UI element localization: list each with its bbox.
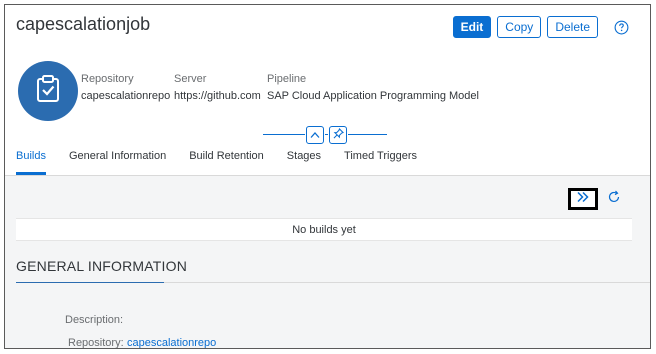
pipeline-label: Pipeline xyxy=(267,73,307,85)
server-value: https://github.com xyxy=(174,90,261,102)
header-collapse-bar xyxy=(263,125,387,145)
header-actions: Edit Copy Delete xyxy=(452,16,630,38)
pipeline-value: SAP Cloud Application Programming Model xyxy=(267,90,479,102)
tab-bar: Builds General Information Build Retenti… xyxy=(5,145,650,175)
pin-header-button[interactable] xyxy=(329,126,347,144)
content-area: No builds yet GENERAL INFORMATION Descri… xyxy=(5,176,650,349)
pin-icon xyxy=(333,126,344,144)
server-label: Server xyxy=(174,73,207,85)
section-title-underline xyxy=(16,282,164,283)
job-avatar xyxy=(18,61,78,121)
double-chevron-right-icon xyxy=(576,190,590,208)
repository-link[interactable]: capescalationrepo xyxy=(127,337,216,348)
repository-field-label: Repository: xyxy=(68,337,124,349)
repository-attribute: Repository capescalationrepo xyxy=(81,73,170,102)
collapse-line-right xyxy=(348,134,387,135)
section-divider xyxy=(164,282,650,283)
tab-builds[interactable]: Builds xyxy=(16,145,46,175)
delete-button[interactable]: Delete xyxy=(547,16,598,38)
edit-button[interactable]: Edit xyxy=(452,16,492,38)
repository-value: capescalationrepo xyxy=(81,90,171,102)
tab-timed-triggers[interactable]: Timed Triggers xyxy=(344,145,417,175)
server-attribute: Server https://github.com xyxy=(174,73,261,102)
tab-build-retention[interactable]: Build Retention xyxy=(189,145,264,175)
collapse-line-mid xyxy=(325,134,328,135)
refresh-button[interactable] xyxy=(605,190,623,208)
collapse-line-left xyxy=(263,134,305,135)
repository-label: Repository xyxy=(81,73,134,85)
chevron-up-icon xyxy=(310,126,320,144)
job-detail-page: capescalationjob Edit Copy Delete Reposi… xyxy=(4,4,651,349)
tab-general-information[interactable]: General Information xyxy=(69,145,166,175)
clipboard-check-icon xyxy=(35,74,61,108)
pipeline-attribute: Pipeline SAP Cloud Application Programmi… xyxy=(267,73,479,102)
no-builds-text: No builds yet xyxy=(292,223,356,236)
copy-button[interactable]: Copy xyxy=(497,16,542,38)
object-page-header: capescalationjob Edit Copy Delete Reposi… xyxy=(5,5,650,177)
page-title: capescalationjob xyxy=(16,14,151,34)
builds-table-empty: No builds yet xyxy=(16,218,632,241)
help-icon[interactable] xyxy=(612,18,630,36)
tab-stages[interactable]: Stages xyxy=(287,145,321,175)
description-label: Description: xyxy=(65,314,124,326)
general-information-section-title: GENERAL INFORMATION xyxy=(16,258,188,274)
trigger-build-button[interactable] xyxy=(568,188,598,210)
collapse-header-button[interactable] xyxy=(306,126,324,144)
refresh-icon xyxy=(607,190,621,209)
